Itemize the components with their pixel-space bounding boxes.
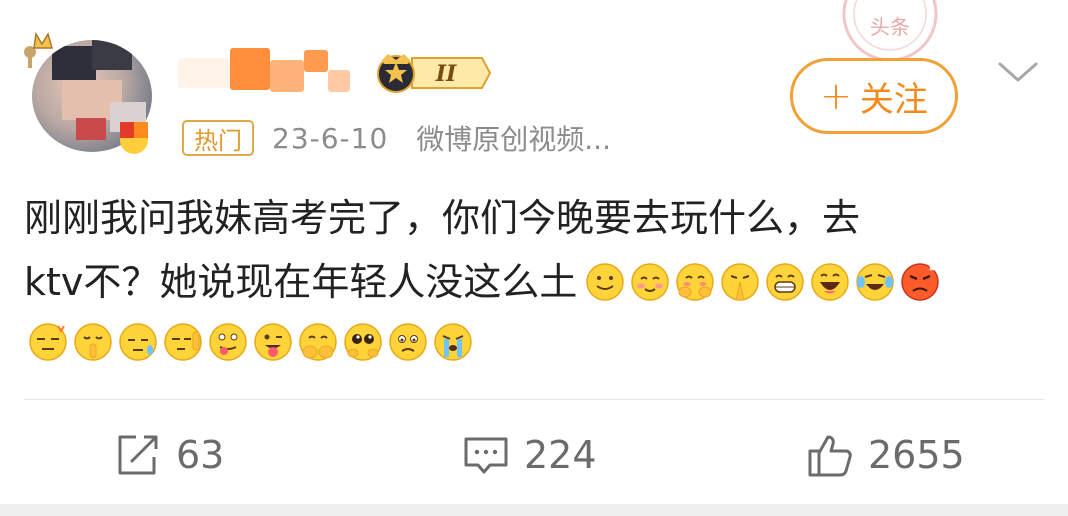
repost-button[interactable]: 63 bbox=[114, 420, 224, 490]
svg-text:头条: 头条 bbox=[870, 15, 910, 39]
comment-button[interactable]: 224 bbox=[462, 420, 597, 490]
sweat-emoji-icon bbox=[119, 323, 157, 361]
shush-emoji-icon bbox=[74, 323, 112, 361]
blur-block bbox=[270, 60, 304, 92]
username-blurred[interactable] bbox=[178, 48, 368, 100]
follow-label: 关注 bbox=[859, 79, 928, 120]
avatar-mosaic bbox=[52, 46, 96, 80]
crown-pin-icon bbox=[24, 31, 53, 68]
like-count: 2655 bbox=[868, 433, 965, 477]
tongue-emoji-icon bbox=[209, 323, 247, 361]
post-meta: 热门 23-6-10 微博原创视频... bbox=[182, 118, 611, 158]
emoji-row-2 bbox=[28, 322, 473, 362]
angry-emoji-icon bbox=[901, 263, 940, 301]
post-date: 23-6-10 bbox=[272, 121, 389, 155]
weibo-post-card: II 头条 + 关注 热门 23-6-10 微博原创视频... 刚刚我问我妹高考… bbox=[0, 0, 1068, 516]
tongue-out-emoji-icon bbox=[254, 323, 292, 361]
blur-block bbox=[328, 70, 350, 92]
comment-icon bbox=[464, 437, 508, 474]
laugh-emoji-icon bbox=[811, 263, 850, 301]
thumbs-up-icon bbox=[808, 435, 852, 477]
emoji-row-1 bbox=[585, 262, 940, 302]
blur-block bbox=[230, 48, 270, 90]
bottom-separator bbox=[0, 504, 1068, 516]
avatar-mosaic bbox=[92, 40, 132, 70]
content-line-1: 刚刚我问我妹高考完了，你们今晚要去玩什么，去 bbox=[24, 196, 861, 240]
smile-emoji-icon bbox=[586, 263, 625, 301]
sad-emoji-icon bbox=[389, 323, 427, 361]
flame-badge-icon bbox=[120, 122, 148, 154]
avatar-mosaic bbox=[76, 118, 106, 140]
shy-emoji-icon bbox=[676, 263, 715, 301]
hot-tag: 热门 bbox=[182, 120, 254, 156]
content-line-2-text: ktv不？她说现在年轻人没这么土 bbox=[24, 260, 578, 304]
crying-emoji-icon bbox=[434, 323, 472, 361]
repost-icon bbox=[118, 435, 158, 475]
blush-emoji-icon bbox=[631, 263, 670, 301]
pray-emoji-icon bbox=[721, 263, 760, 301]
divider bbox=[24, 399, 1044, 400]
blur-block bbox=[178, 58, 230, 88]
follow-button[interactable]: + 关注 bbox=[790, 58, 958, 134]
facepalm-emoji-icon bbox=[164, 323, 202, 361]
comment-count: 224 bbox=[524, 433, 597, 477]
cover-face-emoji-icon bbox=[299, 323, 337, 361]
blur-block bbox=[304, 50, 328, 72]
repost-count: 63 bbox=[176, 433, 225, 477]
content-line-2: ktv不？她说现在年轻人没这么土 bbox=[24, 250, 1044, 314]
vip-level-badge-icon: II bbox=[377, 54, 492, 93]
like-button[interactable]: 2655 bbox=[806, 420, 965, 490]
action-bar: 63 224 2655 bbox=[0, 420, 1068, 490]
post-content: 刚刚我问我妹高考完了，你们今晚要去玩什么，去 ktv不？她说现在年轻人没这么土 bbox=[24, 186, 1044, 314]
plus-icon: + bbox=[820, 74, 852, 118]
headline-stamp-icon: 头条 bbox=[842, 0, 938, 62]
tears-of-joy-emoji-icon bbox=[856, 263, 895, 301]
puppy-eyes-emoji-icon bbox=[344, 323, 382, 361]
post-source[interactable]: 微博原创视频... bbox=[416, 118, 611, 158]
svg-text:II: II bbox=[435, 61, 457, 87]
grin-emoji-icon bbox=[766, 263, 805, 301]
doge-wink-emoji-icon bbox=[29, 323, 67, 361]
chevron-down-icon[interactable] bbox=[996, 58, 1040, 86]
